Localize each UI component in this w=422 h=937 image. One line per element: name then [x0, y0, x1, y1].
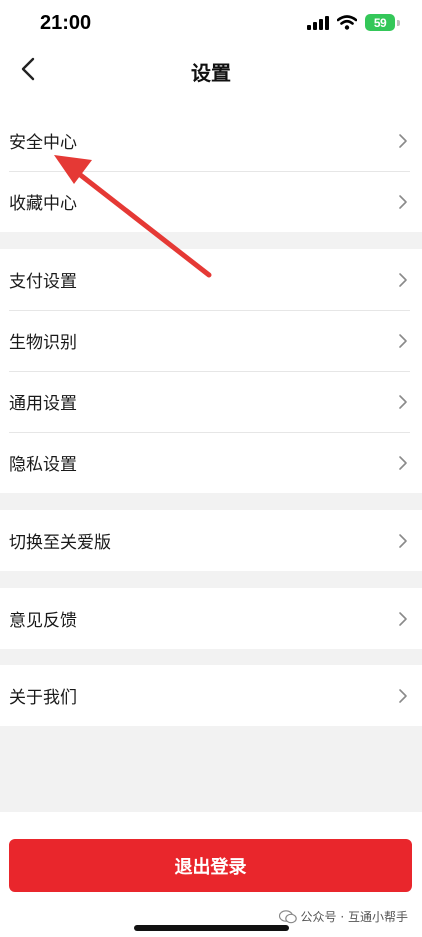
chevron-right-icon: [399, 394, 407, 409]
status-icons: 59: [307, 14, 400, 31]
watermark: 公众号 · 互通小帮手: [278, 908, 408, 925]
settings-group-2: 支付设置 生物识别 通用设置 隐私设置: [0, 249, 422, 493]
settings-group-3: 切换至关爱版: [0, 510, 422, 571]
row-general-settings[interactable]: 通用设置: [0, 371, 422, 432]
row-privacy-settings[interactable]: 隐私设置: [0, 432, 422, 493]
status-time: 21:00: [40, 12, 92, 34]
row-feedback[interactable]: 意见反馈: [0, 588, 422, 649]
row-about-us[interactable]: 关于我们: [0, 665, 422, 726]
wifi-icon: [337, 15, 357, 30]
row-biometrics[interactable]: 生物识别: [0, 310, 422, 371]
row-label: 收藏中心: [9, 194, 77, 214]
row-label: 支付设置: [9, 272, 77, 292]
chevron-right-icon: [399, 688, 407, 703]
chevron-right-icon: [399, 533, 407, 548]
row-label: 意见反馈: [9, 611, 77, 631]
page-title: 设置: [191, 61, 231, 85]
row-security-center[interactable]: 安全中心: [0, 110, 422, 171]
cellular-signal-icon: [307, 15, 329, 30]
row-label: 通用设置: [9, 394, 77, 414]
row-label: 安全中心: [9, 133, 77, 153]
home-indicator: [134, 925, 289, 931]
row-label: 关于我们: [9, 688, 77, 708]
watermark-text: 公众号 · 互通小帮手: [300, 910, 408, 924]
chevron-right-icon: [399, 333, 407, 348]
row-label: 切换至关爱版: [9, 533, 111, 553]
wechat-icon: [278, 909, 297, 923]
settings-group-5: 关于我们: [0, 665, 422, 726]
battery-icon: 59: [365, 14, 395, 31]
logout-button[interactable]: 退出登录: [9, 839, 412, 892]
row-favorites-center[interactable]: 收藏中心: [0, 171, 422, 232]
row-label: 隐私设置: [9, 455, 77, 475]
chevron-right-icon: [399, 133, 407, 148]
row-care-mode[interactable]: 切换至关爱版: [0, 510, 422, 571]
settings-group-4: 意见反馈: [0, 588, 422, 649]
chevron-right-icon: [399, 194, 407, 209]
chevron-right-icon: [399, 455, 407, 470]
row-label: 生物识别: [9, 333, 77, 353]
header: 21:00 59 设置: [0, 0, 422, 110]
chevron-right-icon: [399, 272, 407, 287]
row-payment-settings[interactable]: 支付设置: [0, 249, 422, 310]
battery-level: 59: [373, 15, 387, 30]
settings-group-1: 安全中心 收藏中心: [0, 110, 422, 232]
chevron-right-icon: [399, 611, 407, 626]
battery-nub: [397, 19, 400, 26]
